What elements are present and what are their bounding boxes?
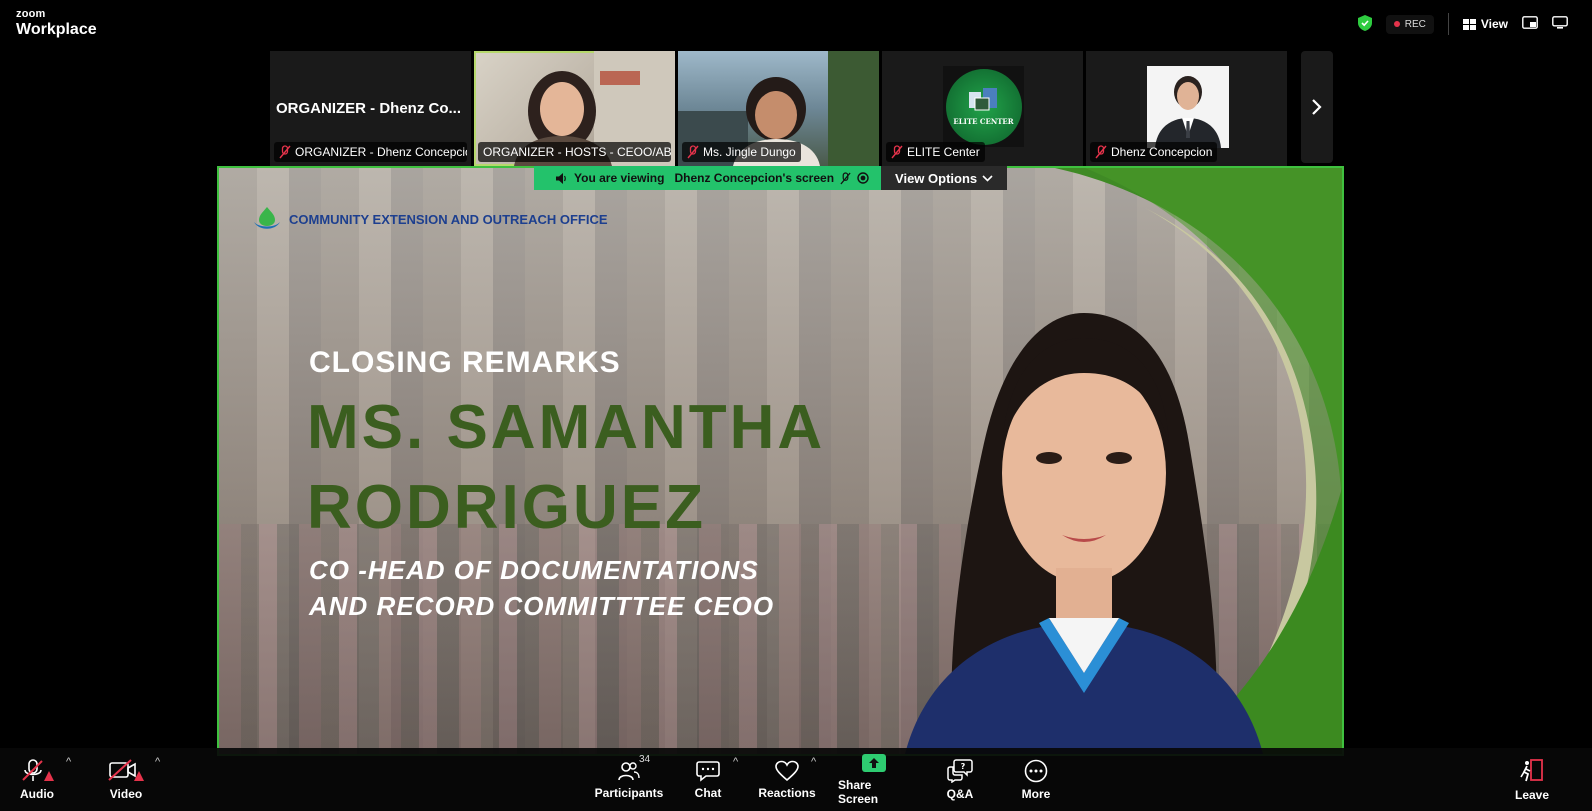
elite-center-logo: ELITE CENTER [943, 66, 1024, 147]
office-logo-icon [254, 207, 280, 229]
share-screen-label: Share Screen [838, 777, 879, 806]
view-options-label: View Options [895, 170, 978, 186]
view-options-button[interactable]: View Options [881, 166, 1008, 190]
participants-label: Participants [594, 785, 664, 800]
participant-strip: ORGANIZER - Dhenz Co... ORGANIZER - Dhen… [270, 51, 1287, 166]
participant-name: Dhenz Concepcion [1111, 145, 1213, 159]
video-options-caret[interactable]: ^ [155, 756, 160, 768]
speaker-role-line1: CO -HEAD OF DOCUMENTATIONS [309, 555, 759, 585]
leave-label: Leave [1514, 787, 1550, 802]
mic-muted-icon [279, 145, 291, 159]
heart-icon [775, 760, 799, 781]
building-icon [968, 87, 997, 110]
meeting-toolbar: Audio ^ Video ^ Participants 34 Chat ^ R… [0, 748, 1592, 811]
record-dot-icon [1393, 21, 1400, 27]
chevron-down-icon [982, 174, 993, 182]
qa-label: Q&A [946, 786, 974, 801]
viewing-indicator: You are viewing Dhenz Concepcion's scree… [534, 166, 882, 190]
viewing-prefix: You are viewing [574, 171, 665, 185]
grid-icon [1462, 18, 1476, 30]
share-screen-icon [862, 753, 886, 772]
video-button[interactable]: Video [104, 748, 148, 811]
participant-name: ELITE Center [907, 145, 980, 159]
speaker-name-line1: MS. SAMANTHA [307, 393, 826, 462]
mic-muted-icon [891, 145, 903, 159]
shared-screen: COMMUNITY EXTENSION AND OUTREACH OFFICE … [217, 166, 1344, 756]
participant-label: Ms. Jingle Dungo [682, 142, 801, 162]
more-icon [1024, 759, 1048, 782]
mic-muted-icon [22, 758, 54, 781]
participant-name: ORGANIZER - Dhenz Concepcio... [295, 145, 467, 159]
mic-muted-icon [687, 145, 699, 159]
participants-icon [618, 761, 640, 780]
leave-icon [1520, 758, 1543, 781]
participant-tile[interactable]: Ms. Jingle Dungo [678, 51, 879, 166]
participant-label: ORGANIZER - HOSTS - CEOO/AB... [478, 142, 671, 162]
record-icon [857, 172, 869, 184]
shield-icon[interactable] [1357, 14, 1372, 34]
fullscreen-icon[interactable] [1552, 16, 1568, 32]
chat-label: Chat [694, 785, 722, 800]
logo-text: ELITE CENTER [953, 116, 1014, 126]
qa-button[interactable]: ? Q&A [944, 748, 976, 811]
participant-name: ORGANIZER - HOSTS - CEOO/AB... [483, 145, 671, 159]
audio-label: Audio [20, 786, 54, 801]
speaker-icon [556, 172, 566, 184]
reactions-options-caret[interactable]: ^ [811, 756, 816, 768]
participant-label: ELITE Center [886, 142, 985, 162]
divider [1447, 13, 1449, 35]
participant-label: Dhenz Concepcion [1090, 142, 1218, 162]
more-button[interactable]: More [1018, 748, 1054, 811]
reactions-label: Reactions [758, 785, 816, 800]
participant-name: Ms. Jingle Dungo [703, 145, 796, 159]
speaker-name-line2: RODRIGUEZ [307, 473, 706, 542]
share-banner: You are viewing Dhenz Concepcion's scree… [534, 166, 1008, 190]
office-header: COMMUNITY EXTENSION AND OUTREACH OFFICE [253, 206, 608, 232]
top-bar: zoom Workplace REC View [0, 0, 1592, 50]
brand-top: zoom [16, 8, 46, 20]
participant-tile[interactable]: ELITE CENTER ELITE Center [882, 51, 1083, 166]
audio-button[interactable]: Audio [18, 748, 56, 811]
top-right-controls: REC View [1357, 13, 1568, 35]
participant-tile[interactable]: ORGANIZER - Dhenz Co... ORGANIZER - Dhen… [270, 51, 471, 166]
view-label: View [1480, 17, 1508, 31]
chat-button[interactable]: Chat [690, 748, 726, 811]
profile-photo [1147, 66, 1229, 148]
speaker-role-line2: AND RECORD COMMITTTEE CEOO [309, 591, 775, 621]
office-name: COMMUNITY EXTENSION AND OUTREACH OFFICE [289, 211, 608, 227]
more-label: More [1021, 786, 1051, 801]
leave-button[interactable]: Leave [1514, 748, 1550, 811]
viewing-name: Dhenz Concepcion's screen [674, 171, 835, 185]
participant-tile[interactable]: Dhenz Concepcion [1086, 51, 1287, 166]
rec-label: REC [1404, 18, 1426, 30]
brand-bottom: Workplace [16, 21, 97, 38]
zoom-logo: zoom Workplace [16, 9, 97, 38]
qa-icon: ? [947, 758, 973, 783]
next-page-button[interactable] [1301, 51, 1333, 163]
mic-muted-icon [1095, 145, 1107, 159]
share-screen-button[interactable]: Share Screen [838, 748, 910, 811]
slide-heading: CLOSING REMARKS [309, 346, 621, 379]
video-label: Video [109, 786, 143, 801]
svg-text:?: ? [961, 762, 966, 771]
participants-button[interactable]: Participants [594, 748, 664, 811]
view-button[interactable]: View [1462, 17, 1508, 31]
mic-muted-icon [840, 171, 851, 184]
chat-options-caret[interactable]: ^ [733, 756, 738, 768]
reactions-button[interactable]: Reactions [758, 748, 816, 811]
participant-tile[interactable]: ORGANIZER - HOSTS - CEOO/AB... [474, 51, 675, 166]
video-off-icon [108, 758, 144, 781]
participant-label: ORGANIZER - Dhenz Concepcio... [274, 142, 467, 162]
participant-big-name: ORGANIZER - Dhenz Co... [276, 100, 461, 117]
picture-in-picture-icon[interactable] [1522, 16, 1538, 32]
recording-indicator[interactable]: REC [1385, 14, 1434, 34]
participants-count: 34 [639, 754, 651, 765]
chevron-right-icon [1312, 99, 1322, 115]
chat-icon [696, 760, 720, 782]
speaker-portrait [905, 313, 1263, 754]
audio-options-caret[interactable]: ^ [66, 756, 71, 768]
